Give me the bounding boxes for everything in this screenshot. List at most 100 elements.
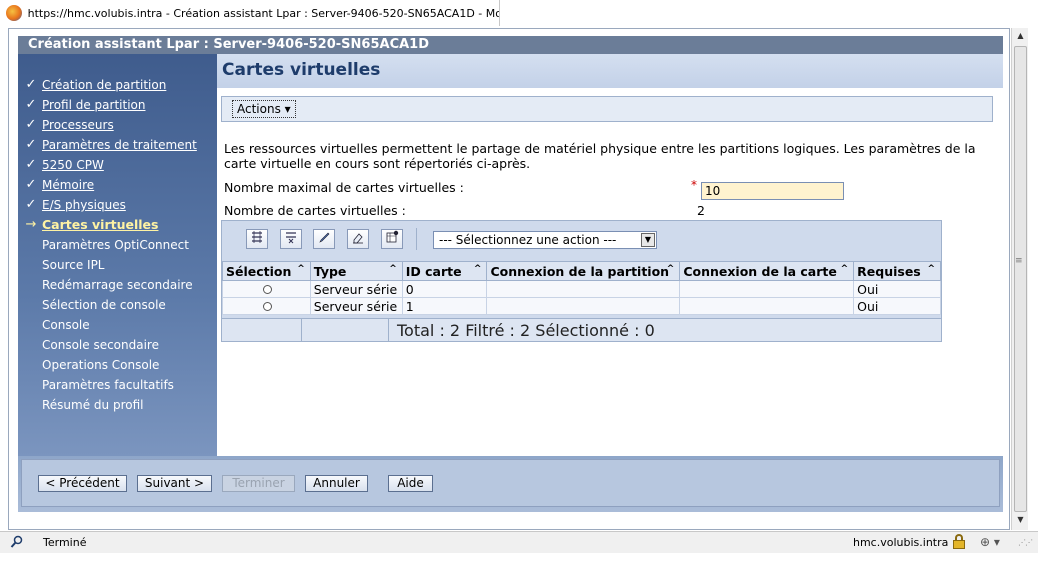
cell-card-connection	[679, 280, 855, 298]
firefox-icon	[6, 5, 22, 21]
actions-bar: Actions ▾	[221, 96, 993, 122]
nav-step-label[interactable]: 5250 CPW	[42, 156, 104, 174]
host-text: hmc.volubis.intra	[853, 536, 949, 549]
sort-icon[interactable]: ^	[927, 264, 935, 274]
nav-step-es-physiques[interactable]: ✓ E/S physiques	[18, 196, 217, 214]
wizard-steps-nav: ✓ Création de partition ✓ Profil de part…	[18, 54, 217, 456]
nav-step-label: Operations Console	[42, 358, 160, 372]
nav-step-label: Sélection de console	[42, 298, 166, 312]
max-cards-label: Nombre maximal de cartes virtuelles :	[224, 180, 464, 195]
card-count-value: 2	[697, 203, 705, 218]
nav-step-5250-cpw[interactable]: ✓ 5250 CPW	[18, 156, 217, 174]
help-button[interactable]: Aide	[388, 475, 433, 492]
check-icon: ✓	[25, 117, 37, 132]
arrow-right-icon: →	[25, 217, 37, 232]
deselect-all-icon[interactable]	[280, 229, 302, 249]
actions-menu-button[interactable]: Actions ▾	[232, 100, 296, 118]
nav-step-cartes-virtuelles[interactable]: → Cartes virtuelles	[18, 216, 217, 234]
nav-step-parametres-traitement[interactable]: ✓ Paramètres de traitement	[18, 136, 217, 154]
nav-step-profil-partition[interactable]: ✓ Profil de partition	[18, 96, 217, 114]
cell-required: Oui	[853, 280, 941, 298]
status-text: Terminé	[43, 536, 87, 549]
check-icon: ✓	[25, 137, 37, 152]
nav-step-label[interactable]: E/S physiques	[42, 196, 126, 214]
virtual-cards-table: --- Sélectionnez une action --- ▼ Sélect…	[221, 220, 942, 342]
nav-step-processeurs[interactable]: ✓ Processeurs	[18, 116, 217, 134]
cell-card-connection	[679, 297, 855, 315]
nav-step-label[interactable]: Mémoire	[42, 176, 94, 194]
scroll-down-icon[interactable]: ▼	[1012, 512, 1029, 528]
nav-step-label[interactable]: Création de partition	[42, 76, 166, 94]
grip-icon: ≡	[1015, 256, 1023, 266]
check-icon: ✓	[25, 97, 37, 112]
column-header-selection[interactable]: Sélection ^	[222, 261, 311, 281]
nav-step-label: Résumé du profil	[42, 398, 144, 412]
description-text: Les ressources virtuelles permettent le …	[224, 141, 976, 171]
column-header-required[interactable]: Requises ^	[853, 261, 941, 281]
column-header-id[interactable]: ID carte ^	[401, 261, 488, 281]
nav-step-console-secondaire: Console secondaire	[18, 336, 217, 354]
sort-icon[interactable]: ^	[667, 264, 675, 274]
row-select-radio[interactable]	[263, 301, 273, 311]
column-header-type[interactable]: Type ^	[309, 261, 403, 281]
table-totals-text: Total : 2 Filtré : 2 Sélectionné : 0	[397, 321, 655, 340]
row-select-radio[interactable]	[263, 284, 273, 294]
nav-step-memoire[interactable]: ✓ Mémoire	[18, 176, 217, 194]
table-totals-bar: Total : 2 Filtré : 2 Sélectionné : 0	[222, 318, 941, 342]
action-select[interactable]: --- Sélectionnez une action --- ▼	[433, 231, 657, 249]
nav-step-label[interactable]: Profil de partition	[42, 96, 146, 114]
nav-step-label[interactable]: Paramètres de traitement	[42, 136, 197, 154]
wizard-header: Création assistant Lpar : Server-9406-52…	[18, 36, 1003, 54]
check-icon: ✓	[25, 197, 37, 212]
nav-step-label[interactable]: Cartes virtuelles	[42, 216, 158, 234]
finish-button[interactable]: Terminer	[222, 475, 295, 492]
next-button[interactable]: Suivant >	[137, 475, 212, 492]
lock-icon[interactable]	[953, 534, 965, 549]
table-row[interactable]: Serveur série 0 Oui	[222, 280, 941, 298]
nav-step-operations-console: Operations Console	[18, 356, 217, 374]
table-row[interactable]: Serveur série 1 Oui	[222, 297, 941, 315]
column-header-partition-connection[interactable]: Connexion de la partition ^	[486, 261, 681, 281]
scroll-up-icon[interactable]: ▲	[1012, 28, 1029, 44]
cell-required: Oui	[853, 297, 941, 315]
card-count-label: Nombre de cartes virtuelles :	[224, 203, 406, 218]
configure-columns-icon[interactable]	[381, 229, 403, 249]
cell-type: Serveur série	[309, 297, 403, 315]
nav-step-label: Paramètres facultatifs	[42, 378, 174, 392]
nav-step-label: Console secondaire	[42, 338, 159, 352]
check-icon: ✓	[25, 157, 37, 172]
column-header-card-connection[interactable]: Connexion de la carte ^	[679, 261, 855, 281]
toolbar-divider	[416, 228, 417, 250]
scroll-thumb[interactable]	[1014, 46, 1027, 512]
edit-sort-icon[interactable]	[313, 229, 335, 249]
search-icon	[10, 535, 24, 552]
page-title-band: Cartes virtuelles	[217, 54, 1003, 88]
nav-step-source-ipl: Source IPL	[18, 256, 217, 274]
nav-step-redemarrage-secondaire: Redémarrage secondaire	[18, 276, 217, 294]
nav-step-selection-console: Sélection de console	[18, 296, 217, 314]
select-all-icon[interactable]	[246, 229, 268, 249]
vertical-scrollbar[interactable]: ▲ ≡ ▼	[1011, 28, 1028, 530]
cancel-button[interactable]: Annuler	[305, 475, 368, 492]
zoom-icon[interactable]: ⊕ ▾	[980, 535, 1000, 549]
cell-partition-connection	[486, 280, 681, 298]
check-icon: ✓	[25, 177, 37, 192]
sort-icon[interactable]: ^	[474, 264, 482, 274]
nav-step-creation-partition[interactable]: ✓ Création de partition	[18, 76, 217, 94]
browser-title-bar: https://hmc.volubis.intra - Création ass…	[0, 0, 500, 26]
sort-icon[interactable]: ^	[841, 264, 849, 274]
cell-type: Serveur série	[309, 280, 403, 298]
resize-grip-icon[interactable]: ⋰⋰	[1018, 538, 1033, 547]
clear-sort-icon[interactable]	[347, 229, 369, 249]
sort-icon[interactable]: ^	[297, 264, 305, 274]
check-icon: ✓	[25, 77, 37, 92]
nav-step-console: Console	[18, 316, 217, 334]
nav-step-label[interactable]: Processeurs	[42, 116, 114, 134]
browser-status-bar: Terminé hmc.volubis.intra ⊕ ▾ ⋰⋰	[0, 531, 1038, 553]
sort-icon[interactable]: ^	[389, 264, 397, 274]
previous-button[interactable]: < Précédent	[38, 475, 127, 492]
max-cards-input[interactable]	[701, 182, 844, 200]
nav-step-label: Paramètres OptiConnect	[42, 238, 189, 252]
nav-step-label: Source IPL	[42, 258, 105, 272]
action-select-value: --- Sélectionnez une action ---	[439, 233, 617, 247]
